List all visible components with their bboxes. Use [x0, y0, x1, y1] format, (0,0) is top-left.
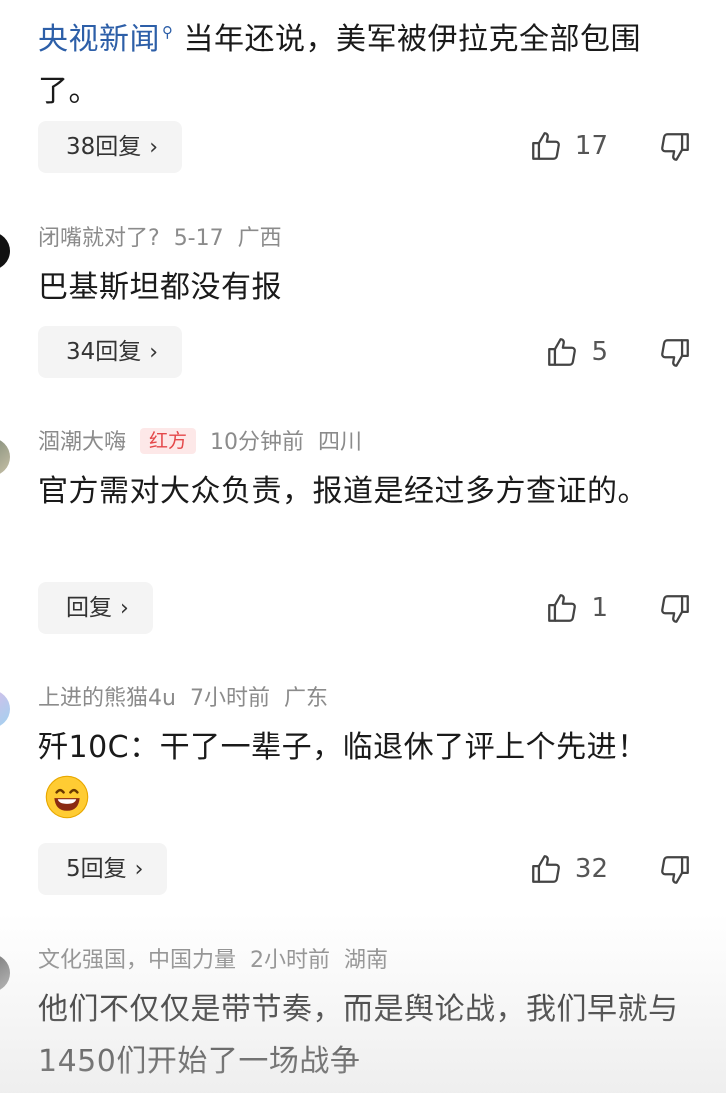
comment-author-link[interactable]: 央视新闻 ⚲: [38, 22, 184, 57]
like-count: 32: [574, 854, 608, 884]
dislike-button[interactable]: [658, 127, 692, 167]
comment-location: 四川: [318, 430, 363, 455]
user-badge: 红方: [140, 428, 197, 454]
thumbs-down-icon: [661, 339, 689, 367]
thumbs-down-icon: [661, 133, 689, 161]
replies-button[interactable]: 5回复 ›: [38, 843, 168, 895]
avatar[interactable]: [0, 438, 10, 476]
thumbs-down-icon: [661, 595, 689, 623]
dislike-button[interactable]: [658, 850, 692, 890]
comment-location: 广西: [237, 226, 282, 251]
replies-button[interactable]: 38回复 ›: [38, 121, 183, 173]
comment-author[interactable]: 上进的熊猫4u: [38, 686, 176, 711]
like-count: 5: [591, 337, 608, 367]
comment-time: 7小时前: [189, 686, 270, 711]
avatar[interactable]: [0, 954, 10, 992]
thumbs-up-icon: [548, 594, 577, 622]
comment-time: 5-17: [173, 226, 224, 251]
comment-time: 2小时前: [250, 948, 331, 973]
avatar[interactable]: [0, 690, 10, 728]
thumbs-down-icon: [661, 856, 689, 884]
comment-author[interactable]: 涸潮大嗨: [38, 430, 126, 455]
like-button[interactable]: 5: [545, 332, 608, 372]
comment-meta: 涸潮大嗨 红方 10分钟前 四川: [38, 428, 376, 458]
like-count: 17: [574, 131, 608, 161]
replies-button[interactable]: 34回复 ›: [38, 326, 183, 378]
comment-author[interactable]: 闭嘴就对了?: [38, 226, 160, 251]
like-count: 1: [591, 593, 608, 623]
like-button[interactable]: 1: [545, 588, 608, 628]
comment-meta: 文化强国，中国力量 2小时前 湖南: [38, 946, 402, 976]
comment-text: 官方需对大众负责，报道是经过多方查证的。: [38, 474, 648, 509]
search-icon: ⚲: [162, 23, 174, 41]
avatar[interactable]: [0, 232, 10, 270]
comment-meta: 上进的熊猫4u 7小时前 广东: [38, 684, 342, 714]
thumbs-up-icon: [532, 132, 560, 160]
dislike-button[interactable]: [658, 333, 692, 373]
like-button[interactable]: 17: [529, 126, 608, 166]
chevron-right-icon: ›: [149, 135, 159, 160]
chevron-right-icon: ›: [134, 857, 144, 882]
comment-meta: 闭嘴就对了? 5-17 广西: [38, 224, 296, 254]
comment-text: 歼10C：干了一辈子，临退休了评上个先进！: [38, 722, 698, 829]
comment-time: 10分钟前: [210, 430, 305, 455]
comment-text: 他们不仅仅是带节奏，而是舆论战，我们早就与1450们开始了一场战争: [38, 992, 679, 1079]
thumbs-up-icon: [532, 855, 560, 883]
comment-feed: 央视新闻 ⚲ 当年还说，美军被伊拉克全部包围了。 38回复 › 17 闭嘴就对了? 5-…: [0, 0, 726, 1093]
chevron-right-icon: ›: [120, 596, 129, 621]
comment-author[interactable]: 文化强国，中国力量: [38, 948, 236, 973]
like-button[interactable]: 32: [529, 849, 608, 889]
comment-text: 巴基斯坦都没有报: [38, 270, 282, 305]
grinning-face-emoji: [45, 775, 89, 819]
comment-text: 央视新闻 ⚲ 当年还说，美军被伊拉克全部包围了。: [38, 6, 698, 118]
comment-location: 广东: [283, 686, 328, 711]
replies-button[interactable]: 回复 ›: [38, 582, 153, 634]
chevron-right-icon: ›: [149, 340, 159, 365]
comment-location: 湖南: [344, 948, 389, 973]
dislike-button[interactable]: [658, 589, 692, 629]
thumbs-up-icon: [548, 338, 577, 366]
